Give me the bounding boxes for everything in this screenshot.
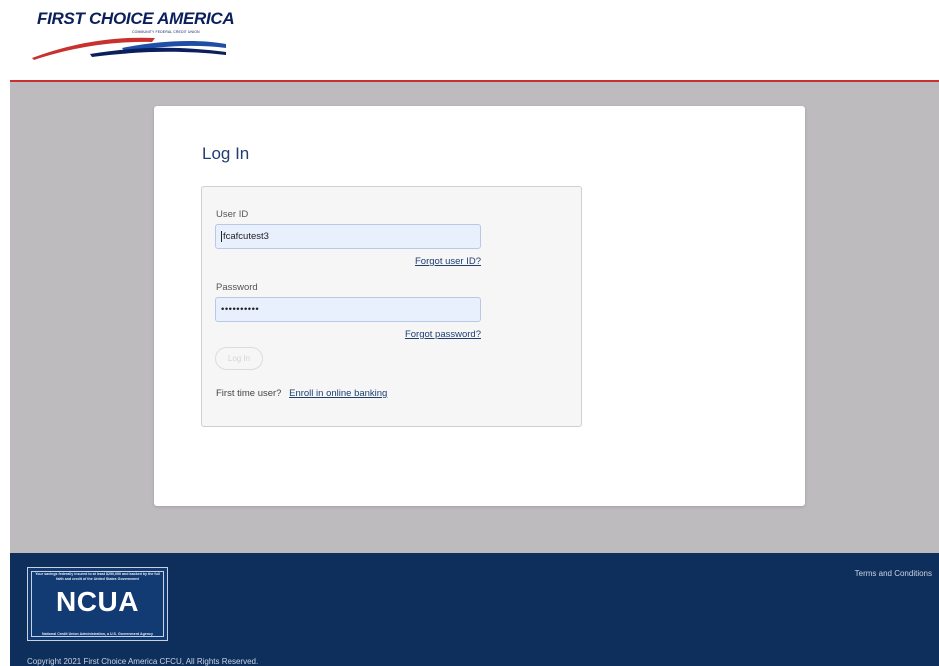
- user-id-label: User ID: [216, 209, 249, 220]
- password-value: ••••••••••: [221, 304, 260, 315]
- login-form: User ID fcafcutest3 Forgot user ID? Pass…: [201, 186, 582, 427]
- password-label: Password: [216, 282, 258, 293]
- login-card: Log In User ID fcafcutest3 Forgot user I…: [154, 106, 805, 506]
- ncua-badge[interactable]: Your savings federally insured to at lea…: [27, 567, 168, 641]
- first-time-user-text: First time user?: [216, 388, 282, 399]
- first-time-user-row: First time user? Enroll in online bankin…: [216, 388, 387, 399]
- site-footer: Your savings federally insured to at lea…: [10, 553, 939, 666]
- site-header: FIRST CHOICE AMERICA COMMUNITY FEDERAL C…: [0, 0, 939, 82]
- enroll-link[interactable]: Enroll in online banking: [289, 388, 387, 399]
- ncua-logo-text: NCUA: [56, 586, 139, 617]
- ncua-agency-text: National Credit Union Administration, a …: [42, 632, 153, 636]
- copyright-text: Copyright 2021 First Choice America CFCU…: [27, 657, 259, 666]
- text-caret: [221, 230, 222, 242]
- login-button[interactable]: Log In: [215, 347, 263, 370]
- user-id-input[interactable]: fcafcutest3: [215, 224, 481, 249]
- ncua-insurance-text: Your savings federally insured to at lea…: [35, 572, 160, 581]
- password-input[interactable]: ••••••••••: [215, 297, 481, 322]
- brand-logo[interactable]: FIRST CHOICE AMERICA COMMUNITY FEDERAL C…: [30, 4, 235, 64]
- user-id-value: fcafcutest3: [223, 231, 269, 242]
- page-title: Log In: [202, 144, 250, 163]
- brand-tagline: COMMUNITY FEDERAL CREDIT UNION: [132, 30, 200, 34]
- terms-and-conditions-link[interactable]: Terms and Conditions: [855, 569, 932, 578]
- forgot-user-id-link[interactable]: Forgot user ID?: [415, 256, 481, 267]
- brand-name: FIRST CHOICE AMERICA: [37, 9, 235, 28]
- forgot-password-link[interactable]: Forgot password?: [405, 329, 481, 340]
